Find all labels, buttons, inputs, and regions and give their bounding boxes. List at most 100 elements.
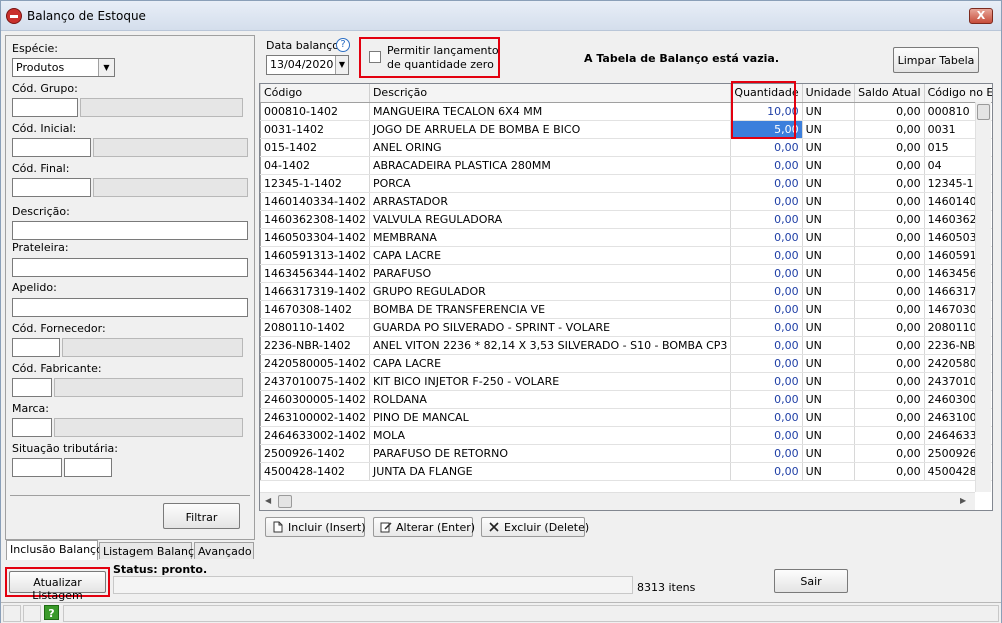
row-indicator[interactable] <box>260 282 261 301</box>
excluir-button[interactable]: Excluir (Delete) <box>481 517 589 537</box>
chevron-down-icon[interactable]: ▼ <box>98 59 114 76</box>
help-question-icon[interactable]: ? <box>44 605 59 620</box>
row-indicator[interactable] <box>260 174 261 193</box>
horizontal-scrollbar[interactable]: ◀ ▶ <box>260 492 975 510</box>
row-indicator[interactable] <box>260 120 261 139</box>
table-row[interactable]: 14670308-1402 BOMBA DE TRANSFERENCIA VE 0,… <box>260 300 992 319</box>
scroll-right-icon[interactable]: ▶ <box>960 496 966 505</box>
table-row[interactable]: 015-1402 ANEL ORING 0,00 UN 0,00 015 <box>260 138 992 157</box>
data-balanco-picker[interactable]: 13/04/2020 ▼ <box>266 55 349 75</box>
column-header[interactable]: Descrição <box>369 84 732 103</box>
cod-final-input[interactable] <box>12 178 91 197</box>
table-row[interactable]: 2500926-1402 PARAFUSO DE RETORNO 0,00 UN 0,0… <box>260 444 992 463</box>
filtrar-button[interactable]: Filtrar <box>163 503 240 529</box>
situacao-input-1[interactable] <box>12 458 62 477</box>
row-indicator[interactable] <box>260 264 261 283</box>
cell-quantidade[interactable]: 0,00 <box>730 444 803 463</box>
column-header[interactable]: Saldo Atual <box>854 84 925 103</box>
scroll-thumb[interactable] <box>977 104 990 120</box>
table-row[interactable]: 2437010075-1402 KIT BICO INJETOR F-250 - … <box>260 372 992 391</box>
table-row[interactable]: 1460591313-1402 CAPA LACRE 0,00 UN 0,00 14605… <box>260 246 992 265</box>
table-row[interactable]: 2236-NBR-1402 ANEL VITON 2236 * 82,14 X 3… <box>260 336 992 355</box>
row-indicator[interactable] <box>260 138 261 157</box>
cell-quantidade[interactable]: 0,00 <box>730 372 803 391</box>
cell-quantidade[interactable]: 0,00 <box>730 282 803 301</box>
cell-quantidade[interactable]: 0,00 <box>730 192 803 211</box>
cod-fabricante-input[interactable] <box>12 378 52 397</box>
chevron-down-icon[interactable]: ▼ <box>335 56 348 74</box>
cell-quantidade[interactable]: 0,00 <box>730 156 803 175</box>
row-indicator[interactable] <box>260 192 261 211</box>
row-indicator[interactable] <box>260 426 261 445</box>
table-row[interactable]: 2464633002-1402 MOLA 0,00 UN 0,00 246463300 <box>260 426 992 445</box>
situacao-input-2[interactable] <box>64 458 112 477</box>
scroll-thumb[interactable] <box>278 495 292 508</box>
cell-quantidade[interactable]: 0,00 <box>730 264 803 283</box>
column-header[interactable]: Código <box>260 84 370 103</box>
cell-quantidade[interactable]: 0,00 <box>730 390 803 409</box>
table-row[interactable]: 1460503304-1402 MEMBRANA 0,00 UN 0,00 1460503… <box>260 228 992 247</box>
permitir-zero-checkbox[interactable] <box>369 51 381 63</box>
row-indicator[interactable] <box>260 156 261 175</box>
row-indicator[interactable] <box>260 228 261 247</box>
limpar-tabela-button[interactable]: Limpar Tabela <box>893 47 979 73</box>
row-indicator[interactable] <box>260 408 261 427</box>
row-indicator[interactable] <box>260 354 261 373</box>
atualizar-listagem-button[interactable]: Atualizar Listagem <box>9 571 106 602</box>
column-header[interactable]: Código no E <box>924 84 992 103</box>
cell-quantidade[interactable]: 0,00 <box>730 354 803 373</box>
vertical-scrollbar[interactable] <box>975 102 991 492</box>
row-indicator[interactable] <box>260 444 261 463</box>
incluir-button[interactable]: Incluir (Insert) <box>265 517 366 537</box>
table-row[interactable]: 2460300005-1402 ROLDANA 0,00 UN 0,00 24603000… <box>260 390 992 409</box>
table-row[interactable]: 1466317319-1402 GRUPO REGULADOR 0,00 UN 0,00… <box>260 282 992 301</box>
cell-quantidade[interactable]: 0,00 <box>730 426 803 445</box>
marca-input[interactable] <box>12 418 52 437</box>
scroll-left-icon[interactable]: ◀ <box>265 496 271 505</box>
table-row[interactable]: 1460362308-1402 VALVULA REGULADORA 0,00 UN 0… <box>260 210 992 229</box>
cod-inicial-input[interactable] <box>12 138 91 157</box>
row-indicator[interactable] <box>260 336 261 355</box>
table-row[interactable]: 4500428-1402 JUNTA DA FLANGE 0,00 UN 0,00 450… <box>260 462 992 481</box>
table-row[interactable]: 1463456344-1402 PARAFUSO 0,00 UN 0,00 1463456… <box>260 264 992 283</box>
row-indicator[interactable] <box>260 462 261 481</box>
especie-select[interactable]: Produtos ▼ <box>12 58 115 77</box>
sair-button[interactable]: Sair <box>774 569 848 593</box>
alterar-button[interactable]: Alterar (Enter) <box>373 517 475 537</box>
cod-fornecedor-input[interactable] <box>12 338 60 357</box>
row-indicator[interactable] <box>260 372 261 391</box>
row-indicator[interactable] <box>260 210 261 229</box>
table-row[interactable]: 04-1402 ABRACADEIRA PLASTICA 280MM 0,00 UN 0… <box>260 156 992 175</box>
cell-quantidade[interactable]: 0,00 <box>730 408 803 427</box>
table-row[interactable]: 2080110-1402 GUARDA PO SILVERADO - SPRINT… <box>260 318 992 337</box>
cell-quantidade[interactable]: 0,00 <box>730 210 803 229</box>
table-row[interactable]: 2420580005-1402 CAPA LACRE 0,00 UN 0,00 24205… <box>260 354 992 373</box>
balanco-grid[interactable]: Código Descrição Quantidade Unidade Sald… <box>259 83 993 511</box>
cell-quantidade[interactable]: 0,00 <box>730 462 803 481</box>
table-row[interactable]: 1460140334-1402 ARRASTADOR 0,00 UN 0,00 14601… <box>260 192 992 211</box>
column-header[interactable]: Unidade <box>802 84 856 103</box>
table-row[interactable]: 000810-1402 MANGUEIRA TECALON 6X4 MM 10,00… <box>260 102 992 121</box>
row-indicator[interactable] <box>260 318 261 337</box>
descricao-input[interactable] <box>12 221 248 240</box>
help-icon[interactable]: ? <box>336 38 350 52</box>
tab-avancado[interactable]: Avançado <box>194 542 254 559</box>
tab-listagem-balanco[interactable]: Listagem Balanço <box>99 542 201 559</box>
row-indicator[interactable] <box>260 102 261 121</box>
prateleira-input[interactable] <box>12 258 248 277</box>
cell-quantidade[interactable]: 0,00 <box>730 336 803 355</box>
row-indicator[interactable] <box>260 246 261 265</box>
cell-quantidade[interactable]: 0,00 <box>730 318 803 337</box>
table-row[interactable]: 0031-1402 JOGO DE ARRUELA DE BOMBA E BICO… <box>260 120 992 139</box>
cod-grupo-input[interactable] <box>12 98 78 117</box>
table-row[interactable]: 12345-1-1402 PORCA 0,00 UN 0,00 12345-1 <box>260 174 992 193</box>
cell-quantidade[interactable]: 0,00 <box>730 300 803 319</box>
table-row[interactable]: 2463100002-1402 PINO DE MANCAL 0,00 UN 0,00 2… <box>260 408 992 427</box>
close-button[interactable]: X <box>969 8 993 24</box>
row-indicator[interactable] <box>260 390 261 409</box>
cell-quantidade[interactable]: 0,00 <box>730 174 803 193</box>
row-indicator[interactable] <box>260 300 261 319</box>
cell-quantidade[interactable]: 0,00 <box>730 246 803 265</box>
apelido-input[interactable] <box>12 298 248 317</box>
cell-quantidade[interactable]: 0,00 <box>730 138 803 157</box>
